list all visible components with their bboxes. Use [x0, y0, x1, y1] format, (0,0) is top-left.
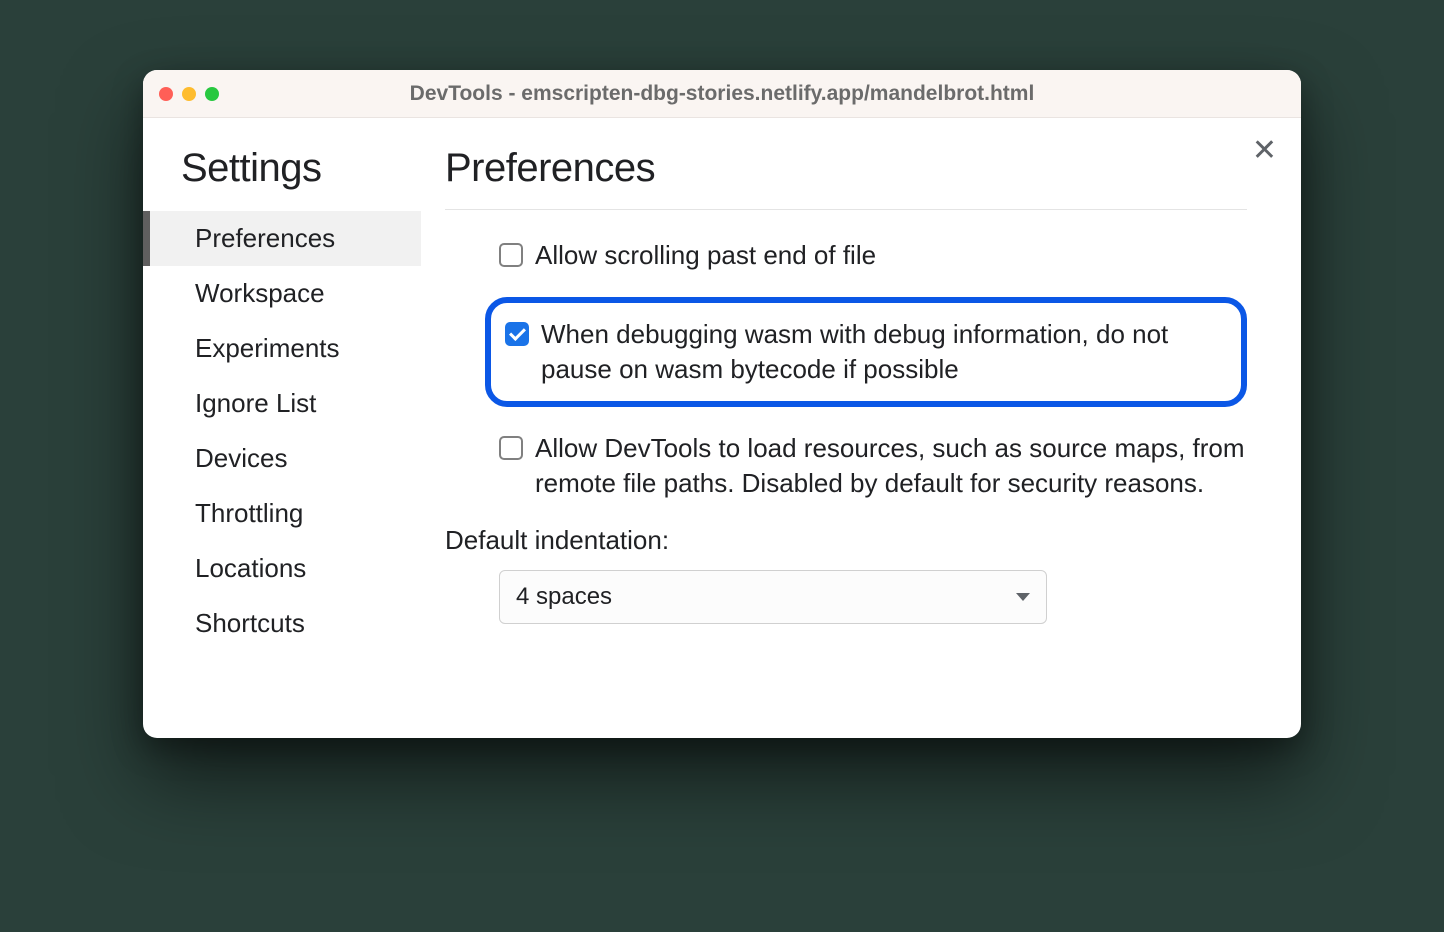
titlebar: DevTools - emscripten-dbg-stories.netlif…: [143, 70, 1301, 118]
indentation-select[interactable]: 4 spaces: [499, 570, 1047, 624]
option-load-remote-resources: Allow DevTools to load resources, such a…: [499, 431, 1247, 501]
sidebar-item-preferences[interactable]: Preferences: [143, 211, 421, 266]
sidebar-item-label: Workspace: [195, 278, 325, 308]
option-label: When debugging wasm with debug informati…: [541, 317, 1223, 387]
sidebar-item-devices[interactable]: Devices: [143, 431, 421, 486]
sidebar-item-label: Ignore List: [195, 388, 316, 418]
minimize-window-button[interactable]: [182, 87, 196, 101]
sidebar-title: Settings: [181, 146, 421, 191]
option-label: Allow DevTools to load resources, such a…: [535, 431, 1247, 501]
window-title: DevTools - emscripten-dbg-stories.netlif…: [143, 82, 1301, 106]
indentation-select-wrap: 4 spaces: [499, 570, 1247, 624]
sidebar-item-locations[interactable]: Locations: [143, 541, 421, 596]
sidebar-item-label: Locations: [195, 553, 306, 583]
settings-sidebar: Settings Preferences Workspace Experimen…: [143, 118, 421, 738]
sidebar-item-throttling[interactable]: Throttling: [143, 486, 421, 541]
checkbox-allow-scroll-past-end[interactable]: [499, 243, 523, 267]
preferences-panel: Preferences Allow scrolling past end of …: [421, 118, 1301, 738]
sidebar-item-experiments[interactable]: Experiments: [143, 321, 421, 376]
sidebar-item-shortcuts[interactable]: Shortcuts: [143, 596, 421, 651]
sidebar-item-label: Preferences: [195, 223, 335, 253]
traffic-lights: [159, 87, 219, 101]
chevron-down-icon: [1016, 593, 1030, 601]
option-label: Allow scrolling past end of file: [535, 238, 1247, 273]
indentation-value: 4 spaces: [516, 583, 612, 611]
sidebar-item-label: Throttling: [195, 498, 303, 528]
checkbox-load-remote-resources[interactable]: [499, 436, 523, 460]
checkbox-wasm-skip-bytecode[interactable]: [505, 322, 529, 346]
option-wasm-skip-bytecode: When debugging wasm with debug informati…: [485, 297, 1247, 407]
close-window-button[interactable]: [159, 87, 173, 101]
maximize-window-button[interactable]: [205, 87, 219, 101]
sidebar-item-workspace[interactable]: Workspace: [143, 266, 421, 321]
sidebar-item-label: Devices: [195, 443, 287, 473]
sidebar-item-label: Shortcuts: [195, 608, 305, 638]
sidebar-item-ignore-list[interactable]: Ignore List: [143, 376, 421, 431]
content-area: ✕ Settings Preferences Workspace Experim…: [143, 118, 1301, 738]
close-icon[interactable]: ✕: [1252, 136, 1277, 166]
sidebar-item-label: Experiments: [195, 333, 340, 363]
devtools-window: DevTools - emscripten-dbg-stories.netlif…: [143, 70, 1301, 738]
option-allow-scroll-past-end: Allow scrolling past end of file: [499, 238, 1247, 273]
indentation-label: Default indentation:: [445, 525, 1247, 556]
panel-title: Preferences: [445, 146, 1247, 210]
